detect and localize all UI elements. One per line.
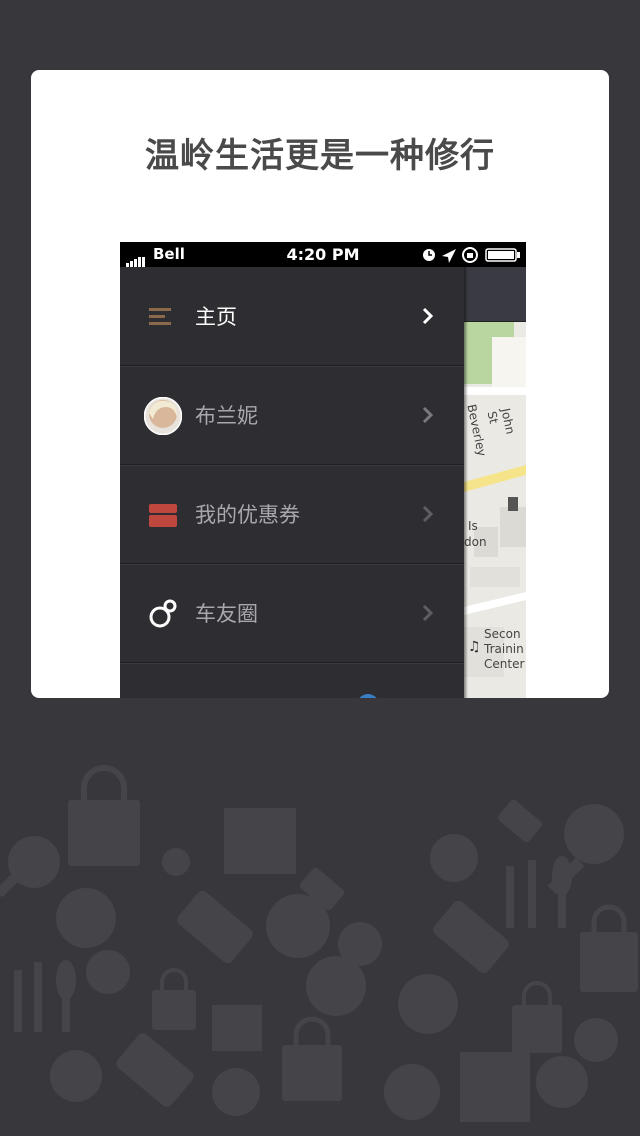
building-icon [212, 1005, 262, 1051]
paddle-icon [212, 1068, 260, 1116]
rotation-lock-icon [462, 247, 478, 263]
tag-icon [116, 1033, 194, 1107]
shopping-bag-icon [282, 1016, 342, 1101]
badge-icon [359, 694, 377, 698]
microphone-icon [162, 848, 190, 876]
paddle-icon [0, 836, 60, 898]
menu-item-label: 主页 [195, 305, 237, 329]
menu-item-next[interactable] [120, 663, 464, 698]
intro-card: 温岭生活更是一种修行 Bell 4:20 PM 主页 布兰妮 我的优惠券 车友圈… [31, 70, 609, 698]
menu-shadow [464, 267, 468, 698]
music-note-icon: ♫ [468, 639, 481, 655]
head-icon [398, 974, 458, 1034]
welcome-screen: 温岭生活更是一种修行 Bell 4:20 PM 主页 布兰妮 我的优惠券 车友圈… [0, 0, 640, 1136]
chevron-right-icon [422, 406, 434, 424]
menu-item-home[interactable]: 主页 [120, 267, 464, 366]
tag-icon [433, 900, 509, 974]
side-menu: 主页 布兰妮 我的优惠券 车友圈 [120, 267, 464, 698]
shopping-bag-icon [580, 904, 638, 992]
chevron-right-icon [422, 505, 434, 523]
menu-item-car-friends[interactable]: 车友圈 [120, 564, 464, 663]
building-icon [224, 808, 296, 874]
paddle-icon [50, 1050, 102, 1102]
menu-item-label: 布兰妮 [195, 404, 258, 428]
fork-spoon-icon [14, 960, 76, 1032]
paddle-icon [430, 834, 478, 882]
map-nav-bar [464, 267, 526, 322]
battery-icon [485, 248, 520, 262]
map-view[interactable]: Beverley St John St Is don Secon Trainin… [464, 267, 526, 698]
shopping-bag-icon [68, 765, 140, 866]
chevron-right-icon [422, 307, 434, 325]
microphone-icon [86, 950, 130, 994]
menu-item-profile[interactable]: 布兰妮 [120, 366, 464, 465]
shopping-bag-icon [512, 981, 562, 1053]
avatar [144, 397, 182, 435]
app-screenshot: Bell 4:20 PM 主页 布兰妮 我的优惠券 车友圈 Beverley J… [120, 242, 526, 698]
tag-icon [497, 799, 543, 843]
microphone-icon [536, 1056, 588, 1108]
background-icon-pattern [0, 765, 638, 1122]
page-title: 温岭生活更是一种修行 [145, 136, 495, 176]
map-label: Trainin [484, 642, 524, 656]
building-icon [460, 1052, 530, 1122]
status-bar: Bell 4:20 PM [120, 242, 526, 268]
location-arrow-icon [442, 249, 456, 263]
menu-item-label: 我的优惠券 [195, 503, 300, 527]
menu-item-coupons[interactable]: 我的优惠券 [120, 465, 464, 564]
circles-icon [149, 599, 177, 628]
head-icon [574, 1018, 618, 1062]
paddle-icon [384, 1064, 440, 1120]
menu-item-label: 车友圈 [195, 602, 258, 626]
coupon-icon [149, 504, 177, 527]
head-icon [56, 888, 116, 948]
map-label: Center [484, 657, 525, 671]
microphone-icon [306, 956, 366, 1016]
fork-spoon-icon [506, 856, 572, 928]
shopping-bag-icon [152, 968, 196, 1030]
map-label: Secon [484, 627, 521, 641]
tag-icon [177, 890, 253, 964]
chevron-right-icon [422, 604, 434, 622]
alarm-icon [423, 249, 435, 261]
map-label: Is [468, 519, 478, 533]
status-icons [423, 247, 520, 263]
menu-lines-icon [149, 308, 171, 325]
